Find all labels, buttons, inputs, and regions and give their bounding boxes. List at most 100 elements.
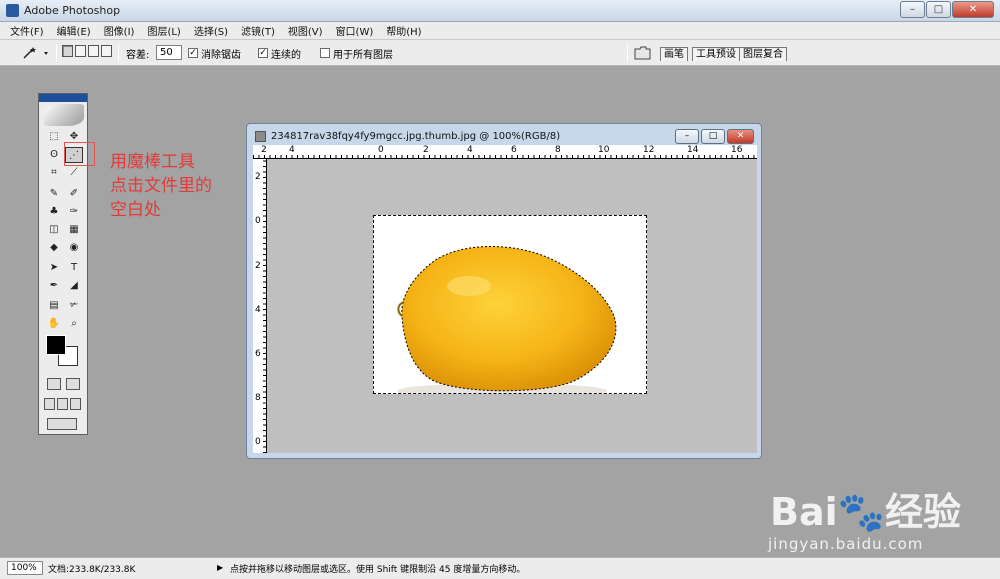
doc-maximize-button[interactable]: □: [701, 129, 725, 144]
photoshop-feather-icon[interactable]: [44, 104, 84, 126]
maximize-button[interactable]: □: [926, 1, 951, 18]
add-selection-mode[interactable]: [75, 45, 86, 57]
annotation-line: 空白处: [110, 200, 161, 220]
window-title: Adobe Photoshop: [24, 4, 121, 17]
tool-preset-picker[interactable]: [18, 45, 52, 61]
ruler-label: 2: [255, 172, 261, 182]
ruler-label: 4: [255, 305, 261, 315]
intersect-selection-mode[interactable]: [101, 45, 112, 57]
lemon-image[interactable]: [373, 215, 647, 394]
window-controls: – □ ✕: [900, 1, 994, 18]
antialias-label: 消除锯齿: [201, 49, 241, 61]
jump-to-imageready-button[interactable]: [47, 418, 77, 430]
dodge-icon[interactable]: ◉: [65, 240, 83, 256]
annotation-text: 用魔棒工具 点击文件里的 空白处: [110, 150, 250, 222]
ruler-label: 6: [255, 349, 261, 359]
standard-mode-button[interactable]: [47, 378, 61, 390]
annotation-line: 点击文件里的: [110, 176, 212, 196]
lasso-icon[interactable]: ʘ: [45, 147, 63, 163]
pen-icon[interactable]: ✒: [45, 278, 63, 294]
crop-icon[interactable]: ⌗: [45, 165, 63, 181]
folder-icon: [634, 46, 651, 60]
path-select-icon[interactable]: ➤: [45, 260, 63, 276]
ruler-label: 8: [255, 393, 261, 403]
ruler-label: 14: [687, 145, 699, 155]
history-brush-icon[interactable]: ✑: [65, 204, 83, 220]
menu-image[interactable]: 图像(I): [104, 23, 135, 38]
hand-icon[interactable]: ✋: [45, 316, 63, 332]
menu-view[interactable]: 视图(V): [288, 23, 323, 38]
all-layers-option[interactable]: 用于所有图层: [320, 46, 393, 61]
antialias-option[interactable]: ✓ 消除锯齿: [188, 46, 241, 61]
ruler-label: 2: [261, 145, 267, 155]
tab-layer-comps[interactable]: 图层复合: [739, 47, 787, 61]
baidu-jingyan-watermark-logo: Bai🐾经验: [770, 490, 961, 534]
slice-icon[interactable]: ⟋: [65, 165, 83, 181]
ruler-label: 4: [289, 145, 295, 155]
zoom-level-field[interactable]: 100%: [7, 561, 43, 575]
foreground-color-swatch[interactable]: [46, 335, 66, 355]
antialias-checkbox[interactable]: ✓: [188, 48, 198, 58]
annotation-line: 用魔棒工具: [110, 152, 195, 172]
document-size-info[interactable]: 文档:233.8K/233.8K: [48, 562, 135, 575]
menu-window[interactable]: 窗口(W): [336, 23, 374, 38]
gradient-icon[interactable]: ▦: [65, 222, 83, 238]
options-bar: 容差: 50 ✓ 消除锯齿 ✓ 连续的 用于所有图层 画笔 工具预设 图层复合: [0, 40, 1000, 66]
eyedropper-icon[interactable]: ✃: [65, 298, 83, 314]
healing-icon[interactable]: ✎: [45, 186, 63, 202]
new-selection-mode[interactable]: [62, 45, 73, 57]
doc-close-button[interactable]: ✕: [727, 129, 754, 144]
title-bar: Adobe Photoshop – □ ✕: [0, 0, 1000, 22]
ruler-label: 4: [467, 145, 473, 155]
ruler-label: 0: [255, 437, 261, 447]
status-bar: 100% 文档:233.8K/233.8K ▶ 点按并拖移以移动图层或选区。使用…: [0, 557, 1000, 579]
screen-mode-full-button[interactable]: [70, 398, 81, 410]
ruler-label: 8: [555, 145, 561, 155]
ruler-label: 0: [255, 216, 261, 226]
menu-select[interactable]: 选择(S): [194, 23, 228, 38]
lemon-photo: [397, 246, 617, 393]
doc-minimize-button[interactable]: –: [675, 129, 699, 144]
ruler-label: 16: [731, 145, 743, 155]
contiguous-checkbox[interactable]: ✓: [258, 48, 268, 58]
shape-icon[interactable]: ◢: [65, 278, 83, 294]
all-layers-checkbox[interactable]: [320, 48, 330, 58]
marquee-icon[interactable]: ⬚: [45, 129, 63, 145]
type-icon[interactable]: T: [65, 260, 83, 276]
magic-wand-icon: [23, 47, 48, 59]
menu-edit[interactable]: 编辑(E): [57, 23, 91, 38]
tab-brushes[interactable]: 画笔: [660, 47, 688, 61]
contiguous-option[interactable]: ✓ 连续的: [258, 46, 301, 61]
tolerance-input[interactable]: 50: [156, 45, 182, 60]
notes-icon[interactable]: ▤: [45, 298, 63, 314]
minimize-button[interactable]: –: [900, 1, 925, 18]
status-menu-arrow-icon[interactable]: ▶: [217, 563, 223, 572]
watermark-url: jingyan.baidu.com: [768, 535, 924, 553]
menu-filter[interactable]: 滤镜(T): [241, 23, 275, 38]
brush-icon[interactable]: ✐: [65, 186, 83, 202]
blur-icon[interactable]: ◆: [45, 240, 63, 256]
menu-help[interactable]: 帮助(H): [386, 23, 421, 38]
document-icon: [255, 131, 266, 142]
toolbox-header: [39, 94, 87, 102]
screen-mode-standard-button[interactable]: [44, 398, 55, 410]
stamp-icon[interactable]: ♣: [45, 204, 63, 220]
menu-bar: 文件(F) 编辑(E) 图像(I) 图层(L) 选择(S) 滤镜(T) 视图(V…: [0, 22, 1000, 40]
subtract-selection-mode[interactable]: [88, 45, 99, 57]
ruler-label: 12: [643, 145, 655, 155]
tab-tool-presets[interactable]: 工具预设: [692, 47, 740, 61]
menu-file[interactable]: 文件(F): [10, 23, 44, 38]
screen-mode-full-menu-button[interactable]: [57, 398, 68, 410]
eraser-icon[interactable]: ◫: [45, 222, 63, 238]
horizontal-ruler[interactable]: 2 4 0 2 4 6 8 10 12 14 16: [253, 145, 757, 159]
palette-well-icon[interactable]: [634, 45, 651, 60]
quick-mask-button[interactable]: [66, 378, 80, 390]
ruler-label: 2: [423, 145, 429, 155]
zoom-icon[interactable]: ⌕: [65, 316, 83, 332]
menu-layer[interactable]: 图层(L): [147, 23, 180, 38]
ruler-label: 10: [598, 145, 610, 155]
ruler-label: 0: [378, 145, 384, 155]
vertical-ruler[interactable]: 2 0 2 4 6 8 0: [253, 159, 267, 453]
close-button[interactable]: ✕: [952, 1, 994, 18]
status-hint-text: 点按并拖移以移动图层或选区。使用 Shift 键限制沿 45 度增量方向移动。: [230, 565, 526, 575]
